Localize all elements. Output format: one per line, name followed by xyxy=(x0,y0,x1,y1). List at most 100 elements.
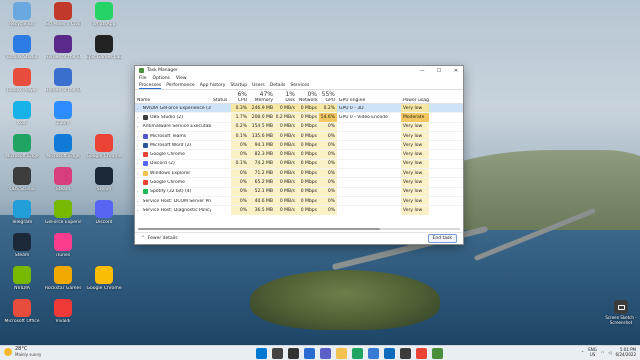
task-view-icon[interactable] xyxy=(288,348,299,359)
column-power-usage[interactable]: Power usage xyxy=(401,98,429,103)
tab-details[interactable]: Details xyxy=(270,83,286,88)
desktop-icon[interactable]: Rockstar Games Launcher xyxy=(45,266,81,291)
mail-icon[interactable] xyxy=(384,348,395,359)
desktop-icon[interactable]: OBS Studio xyxy=(4,167,40,192)
search-icon[interactable] xyxy=(272,348,283,359)
wifi-icon[interactable]: ◠ xyxy=(601,350,605,355)
minimize-button[interactable]: — xyxy=(415,66,429,75)
desktop-icon[interactable]: Heroes of the Storm xyxy=(45,35,81,60)
desktop-icon[interactable]: Epic Games Launcher xyxy=(86,35,122,60)
desktop-icon[interactable]: Telegram xyxy=(4,200,40,225)
desktop-icon[interactable]: Discord xyxy=(86,200,122,225)
table-row[interactable]: › Service Host: Diagnostic Policy ... 0% 36… xyxy=(135,206,463,215)
desktop-icon[interactable]: Heroes of the Storm xyxy=(45,68,81,93)
screen-capture-widget[interactable]: Screen Sketch - Screenshot xyxy=(603,300,639,325)
table-row[interactable]: › OBS Studio (2) 1.7% 208.0 MB 0.2 MB/s 0 Mbp… xyxy=(135,113,463,123)
table-row[interactable]: ›Service Host: DCOM Server Proc...0%40.6… xyxy=(135,196,463,207)
expand-chevron-icon[interactable]: › xyxy=(137,134,141,139)
column-network[interactable]: Network xyxy=(297,98,319,103)
tab-performance[interactable]: Performance xyxy=(166,83,195,88)
desktop-icon[interactable]: Google Chrome xyxy=(86,266,122,291)
table-row[interactable]: › Antimalware Service Executable 0.2% 154.5… xyxy=(135,122,463,132)
windows-start-icon[interactable] xyxy=(256,348,267,359)
table-row[interactable]: › NVIDIA GeForce Experience (3) 0.3% 246.9 … xyxy=(135,104,463,114)
expand-chevron-icon[interactable]: › xyxy=(137,115,141,120)
table-row[interactable]: › Microsoft Teams 0.1% 135.6 MB 0 MB/s 0 Mbps… xyxy=(135,131,463,142)
expand-chevron-icon[interactable]: › xyxy=(137,189,141,194)
column-gpu[interactable]: GPU xyxy=(319,98,337,103)
desktop-icon[interactable]: Kodi xyxy=(4,101,40,126)
desktop-icon[interactable]: Microsoft Edge xyxy=(45,134,81,159)
tab-startup[interactable]: Startup xyxy=(230,83,247,88)
obs-icon[interactable] xyxy=(400,348,411,359)
expand-chevron-icon[interactable]: › xyxy=(137,124,139,129)
process-label: Microsoft Word (2) xyxy=(150,142,192,148)
desktop-icon[interactable]: NVIDIA xyxy=(4,266,40,291)
table-row[interactable]: › Spotify (32 bit) (4) 0% 52.1 MB 0 MB/s 0 Mb… xyxy=(135,187,463,197)
expand-chevron-icon[interactable]: › xyxy=(137,171,141,176)
desktop-icon[interactable]: Microsoft Edge xyxy=(4,134,40,159)
widgets-icon[interactable] xyxy=(304,348,315,359)
desktop-icon[interactable]: Roblox Studio xyxy=(4,35,40,60)
desktop-icon[interactable]: Zoom xyxy=(45,101,81,126)
expand-chevron-icon[interactable]: › xyxy=(137,208,139,213)
desktop-icon[interactable]: GeForce Experience xyxy=(45,200,81,225)
telegram-icon xyxy=(13,200,31,218)
edge-icon[interactable] xyxy=(352,348,363,359)
tab-app-history[interactable]: App history xyxy=(200,83,226,88)
menu-view[interactable]: View xyxy=(176,76,187,81)
zoom-icon xyxy=(54,101,72,119)
desktop-icon[interactable]: Sid Meier's Civilization VI xyxy=(45,2,81,27)
column-memory[interactable]: Memory xyxy=(249,98,275,103)
table-row[interactable]: › Discord (2) 0.1% 74.2 MB 0 MB/s 0 Mbps 0% Ver… xyxy=(135,159,463,170)
column-cpu[interactable]: CPU xyxy=(231,98,249,103)
maximize-button[interactable]: ☐ xyxy=(432,66,446,75)
expand-chevron-icon[interactable]: › xyxy=(137,143,141,148)
task-manager-icon[interactable] xyxy=(432,348,443,359)
tab-services[interactable]: Services xyxy=(290,83,309,88)
close-button[interactable]: ✕ xyxy=(449,66,463,75)
tab-processes[interactable]: Processes xyxy=(139,83,162,89)
tab-users[interactable]: Users xyxy=(252,83,265,88)
chevron-up-icon[interactable]: ⌃ xyxy=(581,350,584,355)
horizontal-scrollbar[interactable] xyxy=(138,228,460,230)
table-row[interactable]: Google Chrome 0% 65.2 MB 0 MB/s 0 Mbps 0% Very… xyxy=(135,178,463,188)
end-task-button[interactable]: End task xyxy=(427,234,457,243)
desktop-icon[interactable]: WhatsApp xyxy=(86,2,122,27)
menu-options[interactable]: Options xyxy=(153,76,170,81)
volume-icon[interactable]: ◁ xyxy=(608,350,611,355)
store-icon[interactable] xyxy=(368,348,379,359)
desktop-icon[interactable]: Roblox Player xyxy=(4,68,40,93)
desktop-icon[interactable]: Steam xyxy=(45,167,81,192)
chat-icon[interactable] xyxy=(320,348,331,359)
table-row[interactable]: › Microsoft Word (2) 0% 94.1 MB 0 MB/s 0 Mbps… xyxy=(135,141,463,151)
clock[interactable]: 5:01 PM 6/24/2022 xyxy=(615,347,636,357)
desktop-icon[interactable]: Microsoft Office xyxy=(4,299,40,324)
process-network: 0 Mbps xyxy=(297,169,319,178)
language-indicator[interactable]: ENG US xyxy=(588,347,597,357)
desktop-icon[interactable]: Steam xyxy=(4,233,40,258)
fewer-details-button[interactable]: ⌃ Fewer details xyxy=(141,236,428,241)
menu-file[interactable]: File xyxy=(139,76,147,81)
chrome-icon[interactable] xyxy=(416,348,427,359)
column-name[interactable]: Name xyxy=(135,98,211,103)
table-row[interactable]: › Windows Explorer 0% 71.2 MB 0 MB/s 0 Mbps 0%… xyxy=(135,169,463,179)
expand-chevron-icon[interactable]: › xyxy=(137,106,139,111)
desktop-icon[interactable]: Google Chrome xyxy=(86,134,122,159)
column-gpu-engine[interactable]: GPU engine xyxy=(337,98,401,103)
clock-date: 6/24/2022 xyxy=(615,352,636,357)
desktop-icon[interactable]: Steam xyxy=(86,167,122,192)
expand-chevron-icon[interactable]: › xyxy=(137,161,141,166)
column-disk[interactable]: Disk xyxy=(275,98,297,103)
desktop-icon[interactable]: Vivaldi xyxy=(45,299,81,324)
desktop-icon[interactable]: iTunes xyxy=(45,233,81,258)
process-gpu: 0% xyxy=(319,187,337,196)
table-row[interactable]: Google Chrome 0% 82.3 MB 0 MB/s 0 Mbps 0% Very… xyxy=(135,150,463,160)
expand-chevron-icon[interactable]: › xyxy=(137,199,139,204)
process-name: › Spotify (32 bit) (4) xyxy=(135,189,211,195)
file-explorer-icon[interactable] xyxy=(336,348,347,359)
weather-widget[interactable]: 28°C Mainly sunny xyxy=(4,347,41,357)
desktop-icon[interactable]: Recycle Bin xyxy=(4,2,40,27)
column-status[interactable]: Status xyxy=(211,98,231,103)
process-disk: 0 MB/s xyxy=(275,122,297,131)
